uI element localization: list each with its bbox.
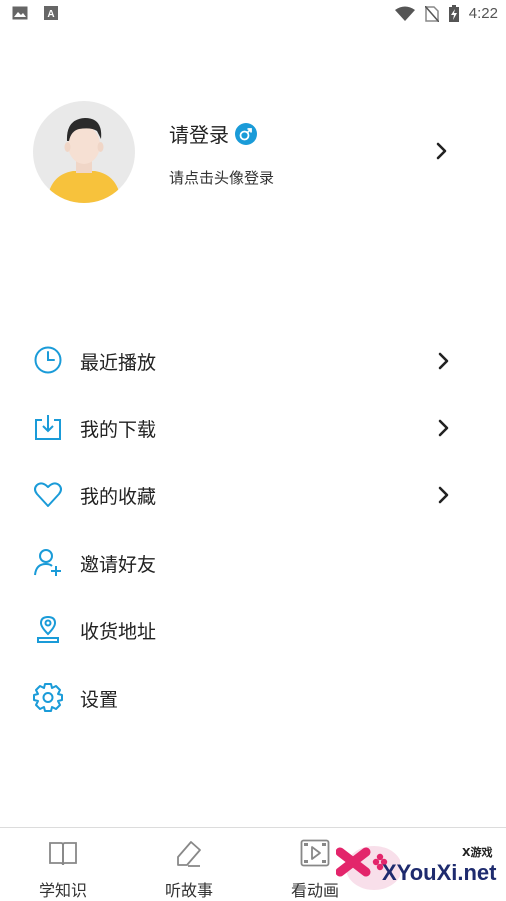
image-icon <box>12 6 28 20</box>
profile-chevron-right-icon[interactable] <box>435 141 449 161</box>
menu-item-label: 设置 <box>80 689 119 711</box>
tab-label: 听故事 <box>164 881 213 900</box>
menu-item-favorites[interactable]: 我的收藏 <box>0 464 506 524</box>
profile-subtitle: 请点击头像登录 <box>169 169 275 187</box>
male-icon <box>235 122 257 145</box>
chevron-right-icon <box>438 419 449 437</box>
menu-item-downloads[interactable]: 我的下载 <box>0 397 506 457</box>
menu-item-label: 收货地址 <box>80 621 157 643</box>
svg-text:A: A <box>47 9 54 20</box>
video-icon <box>300 839 330 867</box>
clock-icon <box>34 346 62 374</box>
chevron-right-icon <box>438 486 449 504</box>
status-time: 4:22 <box>468 5 498 22</box>
menu-item-label: 邀请好友 <box>80 554 157 576</box>
tab-learn[interactable]: 学知识 <box>0 828 126 901</box>
profile-card[interactable]: 请登录 请点击头像登录 <box>33 101 473 203</box>
tab-label: 学知识 <box>38 881 87 900</box>
add-user-icon <box>34 549 61 576</box>
pencil-icon <box>177 841 201 867</box>
menu-item-recent[interactable]: 最近播放 <box>0 330 506 390</box>
avatar[interactable] <box>33 101 135 203</box>
book-icon <box>49 842 77 866</box>
watermark-small-text: X游戏 <box>462 846 493 859</box>
menu-item-label: 我的收藏 <box>80 486 157 508</box>
status-bar: A 4:22 <box>0 0 506 28</box>
avatar-illustration <box>47 118 121 203</box>
no-sim-icon <box>424 5 439 22</box>
status-right-icons: 4:22 <box>394 5 498 22</box>
chevron-right-icon <box>438 352 449 370</box>
heart-icon <box>34 482 62 507</box>
status-left-icons: A <box>12 6 58 20</box>
gear-icon <box>33 683 63 712</box>
watermark-text: XYouXi.net <box>382 860 497 885</box>
menu-item-label: 我的下载 <box>80 419 157 441</box>
menu-item-label: 最近播放 <box>80 352 157 374</box>
profile-name-row: 请登录 <box>169 119 257 148</box>
battery-charging-icon <box>448 5 459 22</box>
menu-item-invite[interactable]: 邀请好友 <box>0 532 506 592</box>
menu-item-settings[interactable]: 设置 <box>0 667 506 727</box>
download-icon <box>35 415 61 440</box>
watermark-logo: X游戏 XYouXi.net <box>336 836 504 900</box>
profile-name: 请登录 <box>169 123 229 147</box>
menu-item-address[interactable]: 收货地址 <box>0 599 506 659</box>
wifi-icon <box>394 6 415 21</box>
location-icon <box>37 615 59 643</box>
a-app-icon: A <box>44 6 58 20</box>
tab-stories[interactable]: 听故事 <box>126 828 252 901</box>
